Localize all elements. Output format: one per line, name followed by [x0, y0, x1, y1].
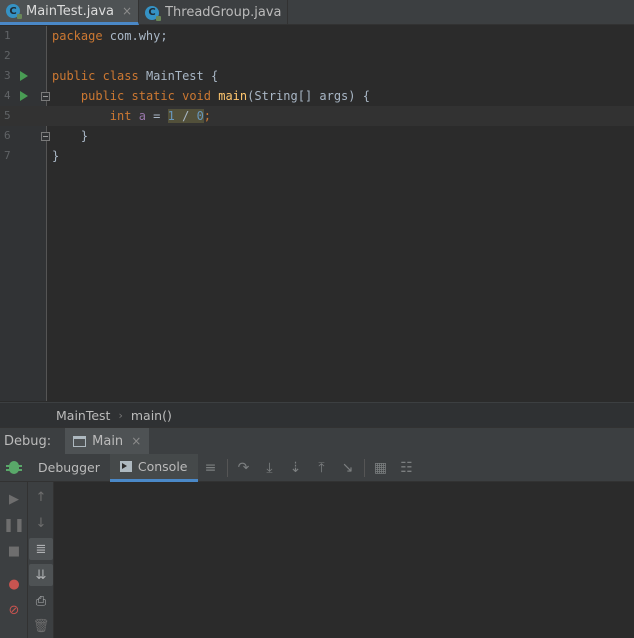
run-main-icon[interactable] [20, 91, 28, 101]
code-line-3[interactable]: 3 public class MainTest { [0, 66, 634, 86]
code-line-4[interactable]: 4 public static void main(String[] args)… [0, 86, 634, 106]
tab-debugger-label: Debugger [38, 460, 100, 475]
console-icon [119, 460, 132, 472]
tab-maintest-java[interactable]: C MainTest.java × [0, 0, 140, 25]
package-name: com.why; [102, 29, 168, 43]
force-step-into-icon[interactable]: ⇣ [283, 454, 309, 482]
toolbar-divider [363, 458, 365, 477]
code-editor[interactable]: 1 package com.why; 2 3 public class Main… [0, 26, 634, 401]
method-name: main [218, 89, 248, 103]
number-literal: 0 [196, 109, 204, 123]
keyword-static: static [131, 89, 175, 103]
debug-session-tab[interactable]: Main × [65, 427, 150, 455]
code-line-5[interactable]: 5 int a = 1 / 0; [0, 106, 634, 126]
tab-console[interactable]: Console [109, 453, 198, 482]
fold-icon[interactable] [41, 132, 50, 141]
code-line-6[interactable]: 6 } [0, 126, 634, 146]
keyword-class: class [102, 69, 139, 83]
toolbar-divider [226, 458, 228, 477]
down-icon[interactable]: ↓ [29, 512, 53, 534]
clear-icon[interactable]: 🗑 [29, 615, 53, 637]
step-into-icon[interactable]: ⤓ [257, 454, 283, 482]
menu-icon[interactable]: ≡ [198, 454, 224, 482]
line-number: 7 [4, 149, 11, 162]
editor-tab-bar: C MainTest.java × C ThreadGroup.java [0, 0, 634, 25]
java-class-icon: C [6, 4, 22, 19]
method-params: (String[] args) { [247, 89, 370, 103]
code-line-2[interactable]: 2 [0, 46, 634, 66]
debug-title: Debug: [4, 433, 52, 449]
line-number: 5 [4, 109, 11, 122]
keyword-int: int [109, 109, 132, 123]
line-number: 2 [4, 49, 11, 62]
debug-actions-strip: ▶ ❚❚ ■ ● ⊘ [0, 482, 28, 638]
number-literal: 1 [167, 109, 175, 123]
close-tab-icon[interactable]: × [122, 4, 132, 18]
step-out-icon[interactable]: ⤒ [309, 454, 335, 482]
assign-operator: = [145, 109, 168, 123]
tab-label: MainTest.java [26, 3, 115, 19]
print-icon[interactable]: ⎙ [29, 590, 53, 612]
console-actions-strip: ↑ ↓ ≣ ⇊ ⎙ 🗑 [28, 482, 54, 638]
line-number: 1 [4, 29, 11, 42]
window-icon [73, 435, 87, 447]
line-number: 3 [4, 69, 11, 82]
breadcrumb-class[interactable]: MainTest [56, 408, 110, 423]
tab-console-label: Console [137, 458, 188, 474]
keyword-public: public [52, 69, 96, 83]
trace-icon[interactable]: ☷ [394, 454, 420, 482]
scroll-to-end-icon[interactable]: ⇊ [29, 564, 53, 586]
fold-icon[interactable] [41, 92, 50, 101]
tab-debugger[interactable]: Debugger [28, 454, 110, 482]
variable-a: a [138, 109, 146, 123]
breadcrumb: MainTest › main() [0, 402, 634, 427]
session-label: Main [92, 433, 124, 449]
resume-icon[interactable]: ▶ [2, 488, 26, 510]
java-class-icon: C [145, 5, 162, 21]
breadcrumb-separator: › [118, 408, 123, 422]
soft-wrap-icon[interactable]: ≣ [29, 538, 53, 560]
line-number: 4 [4, 89, 11, 102]
debug-toolbar: Debugger Console ≡ ↷ ⤓ ⇣ ⤒ ↘ ▦ ☷ [0, 453, 634, 482]
class-declaration: MainTest { [138, 69, 219, 83]
close-session-icon[interactable]: × [131, 434, 141, 448]
run-to-cursor-icon[interactable]: ↘ [335, 454, 361, 482]
view-breakpoints-icon[interactable]: ● [2, 573, 26, 595]
tab-label: ThreadGroup.java [165, 5, 282, 20]
console-output[interactable] [55, 482, 634, 638]
tab-threadgroup-java[interactable]: C ThreadGroup.java [139, 0, 289, 25]
keyword-package: package [52, 29, 103, 43]
step-over-icon[interactable]: ↷ [231, 454, 257, 482]
code-line-1[interactable]: 1 package com.why; [0, 26, 634, 46]
up-icon[interactable]: ↑ [29, 486, 53, 508]
mute-breakpoints-icon[interactable]: ⊘ [2, 599, 26, 621]
stop-icon[interactable]: ■ [2, 540, 26, 562]
keyword-void: void [182, 89, 211, 103]
divide-operator: / [174, 109, 197, 123]
closing-brace: } [80, 129, 89, 143]
code-line-7[interactable]: 7 } [0, 146, 634, 166]
pause-icon[interactable]: ❚❚ [2, 514, 26, 536]
closing-brace: } [52, 149, 60, 163]
evaluate-icon[interactable]: ▦ [368, 454, 394, 482]
semicolon: ; [203, 109, 212, 123]
keyword-public: public [80, 89, 125, 103]
bug-icon [0, 454, 28, 482]
debug-tool-window-header: Debug: Main × [0, 427, 634, 455]
line-number: 6 [4, 129, 11, 142]
breadcrumb-method[interactable]: main() [131, 408, 172, 423]
run-class-icon[interactable] [20, 71, 28, 81]
